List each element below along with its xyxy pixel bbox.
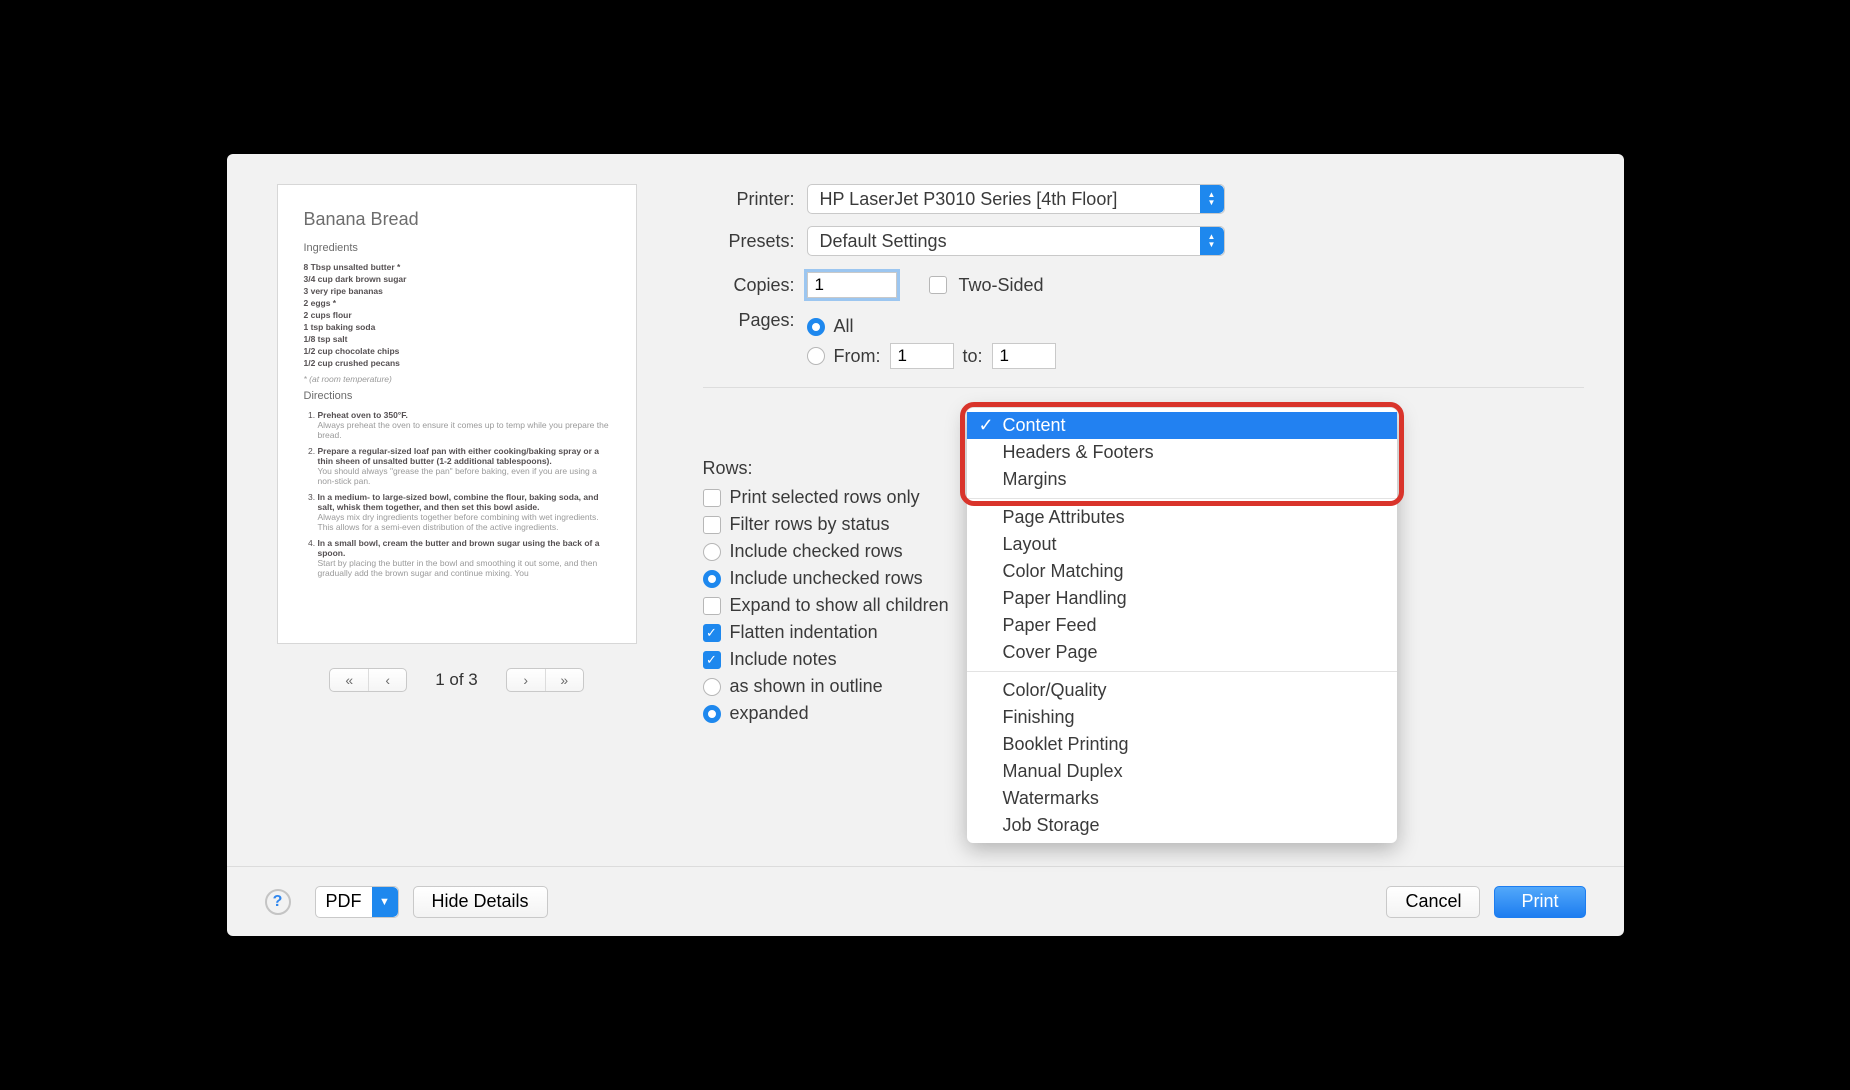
section-item-color-quality[interactable]: Color/Quality [967,677,1397,704]
page-preview: Banana Bread Ingredients 8 Tbsp unsalted… [277,184,637,644]
section-item-headers-footers[interactable]: Headers & Footers [967,439,1397,466]
chevron-updown-icon: ▲▼ [1200,227,1224,255]
preview-ingredients-heading: Ingredients [304,242,610,254]
copies-input[interactable] [807,272,897,298]
include-notes-checkbox[interactable]: ✓ [703,651,721,669]
preview-ingredient: 2 eggs * [304,298,610,308]
pages-all-radio[interactable] [807,318,825,336]
copies-label: Copies: [703,275,795,296]
cancel-button[interactable]: Cancel [1386,886,1480,918]
preview-ingredient: 3 very ripe bananas [304,286,610,296]
preview-step: In a small bowl, cream the butter and br… [318,538,610,578]
include-unchecked-radio[interactable] [703,570,721,588]
section-item-manual-duplex[interactable]: Manual Duplex [967,758,1397,785]
section-item-margins[interactable]: Margins [967,466,1397,493]
preview-ingredient: 2 cups flour [304,310,610,320]
flatten-indent-label: Flatten indentation [730,622,878,643]
section-item-watermarks[interactable]: Watermarks [967,785,1397,812]
chevron-down-icon: ▼ [372,887,398,917]
two-sided-label: Two-Sided [959,275,1044,296]
print-button[interactable]: Print [1494,886,1585,918]
section-item-layout[interactable]: Layout [967,531,1397,558]
notes-expanded-radio[interactable] [703,705,721,723]
pager-first-button[interactable]: « [330,669,368,691]
preview-ingredient: 1 tsp baking soda [304,322,610,332]
filter-status-checkbox[interactable] [703,516,721,534]
pages-from-label: From: [834,346,881,367]
preview-ingredient: 1/2 cup chocolate chips [304,346,610,356]
preview-ingredient: 3/4 cup dark brown sugar [304,274,610,284]
preview-step: Preheat oven to 350°F.Always preheat the… [318,410,610,440]
two-sided-checkbox[interactable] [929,276,947,294]
preview-ingredient-note: * (at room temperature) [304,374,610,384]
preview-ingredient: 1/8 tsp salt [304,334,610,344]
print-selected-checkbox[interactable] [703,489,721,507]
pdf-label: PDF [316,891,372,912]
pages-to-label: to: [963,346,983,367]
pages-to-input[interactable] [992,343,1056,369]
section-item-paper-feed[interactable]: Paper Feed [967,612,1397,639]
preview-step: In a medium- to large-sized bowl, combin… [318,492,610,532]
bottom-bar: ? PDF ▼ Hide Details Cancel Print [227,866,1624,936]
print-dialog: Banana Bread Ingredients 8 Tbsp unsalted… [227,154,1624,936]
pager-next-button[interactable]: › [507,669,545,691]
section-item-content[interactable]: Content [967,412,1397,439]
pages-from-input[interactable] [890,343,954,369]
pager-last-button[interactable]: » [545,669,583,691]
include-checked-label: Include checked rows [730,541,903,562]
printer-value: HP LaserJet P3010 Series [4th Floor] [808,186,1130,213]
notes-as-shown-radio[interactable] [703,678,721,696]
presets-label: Presets: [703,231,795,252]
pages-all-label: All [834,316,854,337]
expand-children-label: Expand to show all children [730,595,949,616]
pager-prev-button[interactable]: ‹ [368,669,406,691]
section-item-booklet-printing[interactable]: Booklet Printing [967,731,1397,758]
notes-as-shown-label: as shown in outline [730,676,883,697]
section-item-page-attributes[interactable]: Page Attributes [967,504,1397,531]
pages-label: Pages: [703,310,795,331]
pager-status: 1 of 3 [435,670,478,690]
printer-label: Printer: [703,189,795,210]
include-checked-radio[interactable] [703,543,721,561]
section-item-cover-page[interactable]: Cover Page [967,639,1397,666]
section-item-paper-handling[interactable]: Paper Handling [967,585,1397,612]
hide-details-button[interactable]: Hide Details [413,886,548,918]
preview-directions-heading: Directions [304,390,610,402]
print-selected-label: Print selected rows only [730,487,920,508]
pages-range-radio[interactable] [807,347,825,365]
chevron-updown-icon: ▲▼ [1200,185,1224,213]
preview-step: Prepare a regular-sized loaf pan with ei… [318,446,610,486]
presets-value: Default Settings [808,228,959,255]
printer-select[interactable]: HP LaserJet P3010 Series [4th Floor] ▲▼ [807,184,1225,214]
help-button[interactable]: ? [265,889,291,915]
flatten-indent-checkbox[interactable]: ✓ [703,624,721,642]
section-dropdown-popup[interactable]: Content Headers & Footers Margins Page A… [967,408,1397,843]
filter-status-label: Filter rows by status [730,514,890,535]
preview-column: Banana Bread Ingredients 8 Tbsp unsalted… [267,184,647,730]
section-item-finishing[interactable]: Finishing [967,704,1397,731]
include-unchecked-label: Include unchecked rows [730,568,923,589]
preview-pager: « ‹ 1 of 3 › » [267,668,647,692]
presets-select[interactable]: Default Settings ▲▼ [807,226,1225,256]
section-item-color-matching[interactable]: Color Matching [967,558,1397,585]
section-item-job-storage[interactable]: Job Storage [967,812,1397,839]
preview-doc-title: Banana Bread [304,209,610,230]
separator [703,387,1584,388]
preview-ingredient: 1/2 cup crushed pecans [304,358,610,368]
expand-children-checkbox[interactable] [703,597,721,615]
notes-expanded-label: expanded [730,703,809,724]
preview-ingredient: 8 Tbsp unsalted butter * [304,262,610,272]
pdf-dropdown-button[interactable]: PDF ▼ [315,886,399,918]
include-notes-label: Include notes [730,649,837,670]
